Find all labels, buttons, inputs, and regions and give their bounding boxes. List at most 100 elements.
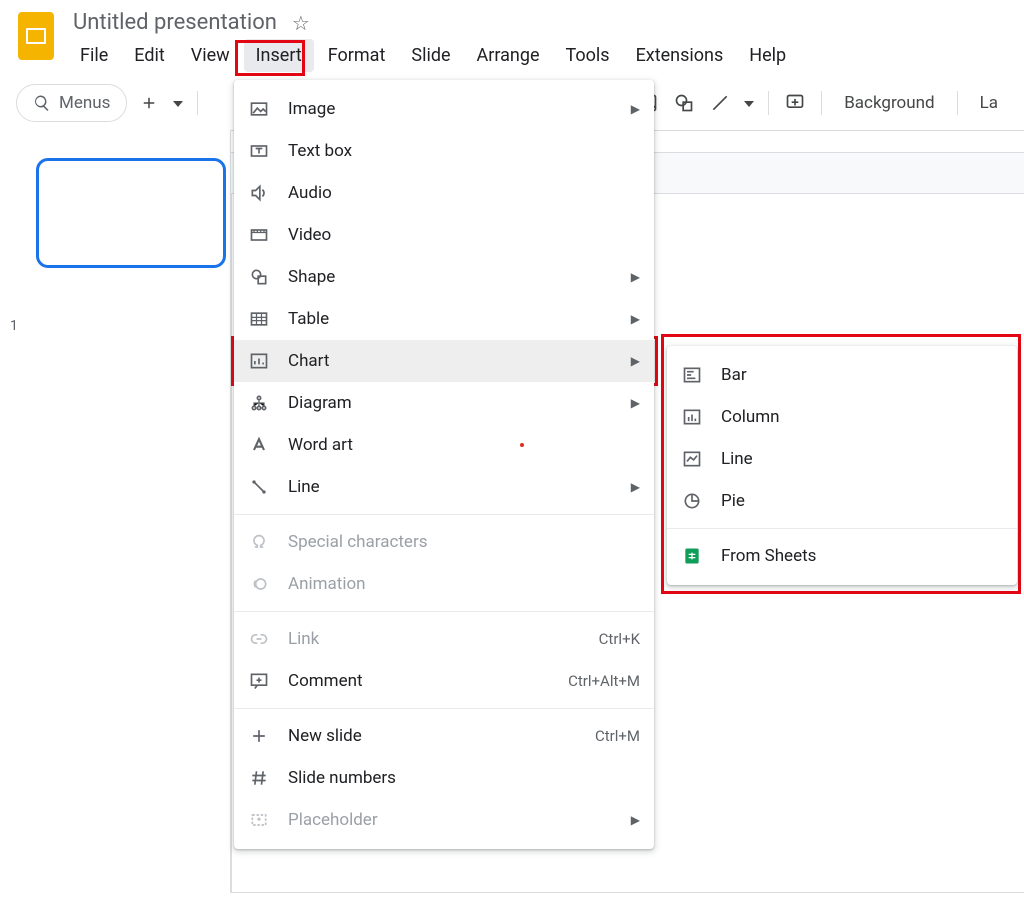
dd-label: From Sheets [721,546,816,566]
diagram-icon [248,392,270,414]
line-chart-icon [681,448,703,470]
layout-button-partial[interactable]: La [970,87,1008,119]
menu-format[interactable]: Format [316,39,398,72]
dropdown-separator [234,708,654,709]
dd-label: Video [288,225,331,245]
comment-icon [248,670,270,692]
menus-label: Menus [59,93,110,113]
menu-slide[interactable]: Slide [399,39,462,72]
menu-help[interactable]: Help [737,39,798,72]
dropdown-arrow-icon[interactable] [173,94,183,113]
insert-link: Link Ctrl+K [234,618,654,660]
dd-shortcut: Ctrl+K [599,630,640,648]
new-slide-button[interactable] [135,89,163,117]
dd-label: Special characters [288,532,427,552]
insert-animation: Animation [234,563,654,605]
menubar: File Edit View Insert Format Slide Arran… [68,39,1008,72]
insert-wordart[interactable]: Word art [234,424,654,466]
audio-icon [248,182,270,204]
image-icon [248,98,270,120]
dd-label: Diagram [288,393,352,413]
insert-audio[interactable]: Audio [234,172,654,214]
header: Untitled presentation ☆ File Edit View I… [0,0,1024,72]
line-icon[interactable] [706,89,734,117]
dd-label: New slide [288,726,362,746]
dd-label: Word art [288,435,353,455]
background-button[interactable]: Background [834,87,944,119]
dd-label: Pie [721,491,745,511]
dd-label: Shape [288,267,335,287]
menu-insert[interactable]: Insert [244,39,314,72]
dd-label: Chart [288,351,329,371]
table-icon [248,308,270,330]
slide-panel: 1 [0,130,230,893]
submenu-arrow-icon: ▶ [631,396,640,410]
comment-icon[interactable] [781,89,809,117]
dropdown-separator [667,528,1017,529]
menu-extensions[interactable]: Extensions [624,39,736,72]
insert-chart[interactable]: Chart ▶ [234,340,654,382]
wordart-icon [248,434,270,456]
bar-chart-icon [681,364,703,386]
dropdown-separator [234,514,654,515]
shape-icon[interactable] [670,89,698,117]
menu-arrange[interactable]: Arrange [465,39,552,72]
dropdown-arrow-icon[interactable] [744,94,754,113]
search-icon [33,94,51,112]
insert-slide-numbers[interactable]: Slide numbers [234,757,654,799]
insert-comment[interactable]: Comment Ctrl+Alt+M [234,660,654,702]
chart-bar[interactable]: Bar [667,354,1017,396]
line-icon [248,476,270,498]
dd-label: Animation [288,574,366,594]
hash-icon [248,767,270,789]
chart-icon [248,350,270,372]
title-area: Untitled presentation ☆ File Edit View I… [68,8,1008,72]
menu-view[interactable]: View [179,39,242,72]
star-icon[interactable]: ☆ [292,11,310,35]
chart-column[interactable]: Column [667,396,1017,438]
toolbar-divider [768,91,769,115]
slides-logo [16,10,56,62]
submenu-arrow-icon: ▶ [631,354,640,368]
link-icon [248,628,270,650]
dd-label: Slide numbers [288,768,396,788]
search-menus[interactable]: Menus [16,84,127,122]
insert-textbox[interactable]: Text box [234,130,654,172]
insert-line[interactable]: Line ▶ [234,466,654,508]
animation-icon [248,573,270,595]
video-icon [248,224,270,246]
dd-label: Text box [288,141,352,161]
plus-icon [248,725,270,747]
menu-file[interactable]: File [68,39,120,72]
insert-new-slide[interactable]: New slide Ctrl+M [234,715,654,757]
textbox-icon [248,140,270,162]
insert-dropdown: Image ▶ Text box Audio Video Shape ▶ Tab… [234,80,654,849]
chart-submenu: Bar Column Line Pie From Sheets [667,346,1017,585]
chart-line[interactable]: Line [667,438,1017,480]
toolbar-divider [957,91,958,115]
chart-from-sheets[interactable]: From Sheets [667,535,1017,577]
new-feature-dot [520,443,524,447]
insert-video[interactable]: Video [234,214,654,256]
insert-special-chars: Special characters [234,521,654,563]
chart-pie[interactable]: Pie [667,480,1017,522]
insert-shape[interactable]: Shape ▶ [234,256,654,298]
dd-label: Link [288,629,319,649]
insert-image[interactable]: Image ▶ [234,88,654,130]
submenu-arrow-icon: ▶ [631,480,640,494]
menu-tools[interactable]: Tools [554,39,622,72]
doc-title[interactable]: Untitled presentation [68,8,282,37]
insert-diagram[interactable]: Diagram ▶ [234,382,654,424]
toolbar-divider [821,91,822,115]
insert-table[interactable]: Table ▶ [234,298,654,340]
slide-thumbnail-1[interactable] [36,158,226,268]
toolbar-divider [197,91,198,115]
sheets-icon [681,545,703,567]
dd-label: Line [721,449,753,469]
submenu-arrow-icon: ▶ [631,312,640,326]
dd-shortcut: Ctrl+M [595,727,640,745]
menu-edit[interactable]: Edit [122,39,176,72]
dd-label: Column [721,407,780,427]
slide-number: 1 [10,318,18,334]
dd-label: Table [288,309,329,329]
